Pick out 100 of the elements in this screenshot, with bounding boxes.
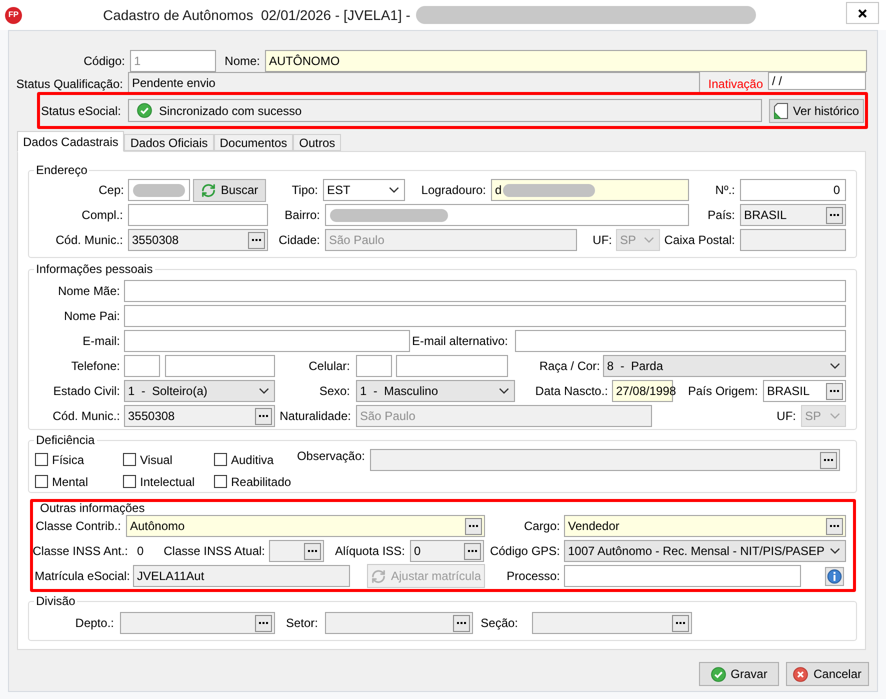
tab[interactable]: Outros [293,134,342,151]
checkbox-label: Mental [52,474,88,490]
field-label: E-mail alternativo: [412,334,508,348]
checkbox[interactable] [35,475,48,488]
checkbox[interactable] [214,475,227,488]
tab[interactable]: Dados Cadastrais [17,131,124,152]
input-field[interactable]: d [491,179,689,201]
history-button[interactable]: Ver histórico [769,98,864,122]
input-field[interactable] [396,355,508,377]
lookup-button[interactable] [820,452,837,468]
document-icon [774,102,788,118]
input-field[interactable] [124,305,846,327]
app-logo: FP [5,6,22,24]
lookup-button[interactable] [672,614,689,632]
input-field[interactable] [532,612,692,634]
field-label: Logradouro: [421,183,486,197]
lookup-button[interactable] [255,614,272,632]
input-field[interactable] [564,565,801,587]
lookup-button[interactable] [304,542,321,560]
field-label: Classe INSS Atual: [164,544,265,558]
input-field[interactable]: 27/08/1998 [612,380,673,402]
chevron-down-icon [259,388,269,394]
cancel-button[interactable]: Cancelar [786,662,869,686]
checkbox[interactable] [123,453,136,466]
field-label: Alíquota ISS: [334,544,405,558]
input-field[interactable]: 0 [410,540,484,562]
checkbox[interactable] [123,475,136,488]
field-label: Estado Civil: [53,384,120,398]
input-field[interactable] [356,355,392,377]
check-circle-icon [710,666,726,682]
lookup-button[interactable] [826,382,843,400]
tab[interactable]: Documentos [214,134,294,151]
input-field[interactable] [515,330,846,352]
close-icon [858,8,867,18]
field-label: Nome Mãe: [58,284,120,298]
field-label: Código: [84,54,125,68]
group-title: Divisão [34,594,78,608]
input-field[interactable] [370,449,840,471]
close-button[interactable] [846,2,879,24]
tab[interactable]: Dados Oficiais [124,134,214,151]
input-field[interactable]: JVELA11Aut [133,565,350,587]
field-label: Inativação [708,77,763,91]
dropdown-field[interactable]: 1007 Autônomo - Rec. Mensal - NIT/PIS/PASEP [564,540,846,562]
field-label: Raça / Cor: [539,359,600,373]
field-label: Cep: [98,183,124,197]
input-field[interactable]: BRASIL [740,204,846,226]
dropdown-field[interactable]: 1 - Solteiro(a) [124,380,275,402]
chevron-down-icon [499,388,509,394]
input-field[interactable] [124,280,846,302]
dropdown-field[interactable]: EST [323,179,405,201]
input-field[interactable] [128,204,268,226]
checkbox[interactable] [35,453,48,466]
field-label: Compl.: [82,208,123,222]
save-button[interactable]: Gravar [699,662,779,686]
lookup-button[interactable] [465,518,482,534]
lookup-button[interactable] [464,542,481,560]
close-circle-icon [793,666,808,682]
info-icon[interactable] [825,566,844,586]
field-label: Nº.: [715,183,735,197]
check-circle-icon [137,103,152,118]
input-field[interactable]: 3550308 [124,405,275,427]
chevron-down-icon [644,237,654,243]
input-field[interactable]: BRASIL [763,380,846,402]
field-label: Matrícula eSocial: [34,569,130,583]
field-label: Nome: [224,54,260,68]
input-field[interactable]: Vendedor [564,515,846,537]
checkbox-label: Física [52,452,84,468]
field-label: Status Qualificação: [16,77,123,91]
input-field[interactable] [740,229,846,251]
dropdown-field[interactable]: 1 - Masculino [356,380,515,402]
field-label: Seção: [480,616,518,630]
group-title: Deficiência [34,433,97,447]
input-field[interactable] [128,179,190,201]
input-field[interactable]: 0 [740,179,846,201]
field-label: Celular: [308,359,350,373]
input-field[interactable]: / / [768,72,866,90]
lookup-button[interactable] [826,206,843,224]
chevron-down-icon [389,187,399,193]
lookup-button[interactable] [248,232,265,248]
input-field[interactable]: AUTÔNOMO [265,50,867,72]
input-field[interactable]: Pendente envio [128,72,700,93]
lookup-button[interactable] [826,518,843,534]
input-field[interactable] [269,540,324,562]
field-label: Setor: [286,616,318,630]
input-field[interactable]: Autônomo [126,515,485,537]
input-field[interactable] [124,330,410,352]
lookup-button[interactable] [453,614,470,632]
dropdown-field[interactable]: 8 - Parda [603,355,846,377]
checkbox[interactable] [214,453,227,466]
field-label: Bairro: [284,208,320,222]
input-field[interactable] [325,612,473,634]
input-field[interactable] [124,355,160,377]
lookup-button[interactable] [255,408,272,424]
input-field[interactable] [325,204,689,226]
checkbox-label: Visual [140,452,172,468]
input-field[interactable] [165,355,275,377]
field-label: Naturalidade: [280,409,351,423]
input-field[interactable]: 3550308 [128,229,268,251]
input-field[interactable] [120,612,275,634]
search-button[interactable]: Buscar [193,178,266,202]
